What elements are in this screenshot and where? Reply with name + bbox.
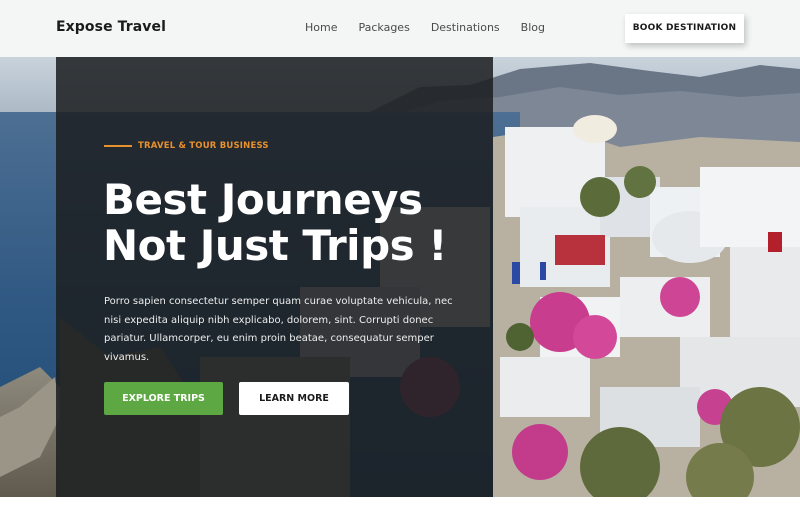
site-header: Expose Travel Home Packages Destinations… [0, 0, 800, 57]
hero-eyebrow: TRAVEL & TOUR BUSINESS [104, 141, 269, 151]
explore-trips-button[interactable]: EXPLORE TRIPS [104, 382, 223, 415]
hero-section: TRAVEL & TOUR BUSINESS Best Journeys Not… [0, 57, 800, 497]
eyebrow-divider [104, 145, 132, 147]
nav-blog[interactable]: Blog [521, 21, 545, 34]
learn-more-button[interactable]: LEARN MORE [239, 382, 349, 415]
main-nav: Home Packages Destinations Blog [305, 21, 566, 34]
page-bottom-strip [0, 497, 800, 509]
eyebrow-text: TRAVEL & TOUR BUSINESS [138, 141, 269, 151]
nav-packages[interactable]: Packages [358, 21, 409, 34]
book-destination-button[interactable]: BOOK DESTINATION [625, 14, 744, 43]
hero-headline: Best Journeys Not Just Trips ! [103, 177, 483, 269]
headline-line-2: Not Just Trips ! [103, 221, 447, 270]
headline-line-1: Best Journeys [103, 175, 423, 224]
hero-description: Porro sapien consectetur semper quam cur… [104, 296, 453, 363]
hero-overlay-panel [56, 57, 493, 497]
nav-home[interactable]: Home [305, 21, 337, 34]
nav-destinations[interactable]: Destinations [431, 21, 500, 34]
brand-logo[interactable]: Expose Travel [56, 19, 166, 35]
